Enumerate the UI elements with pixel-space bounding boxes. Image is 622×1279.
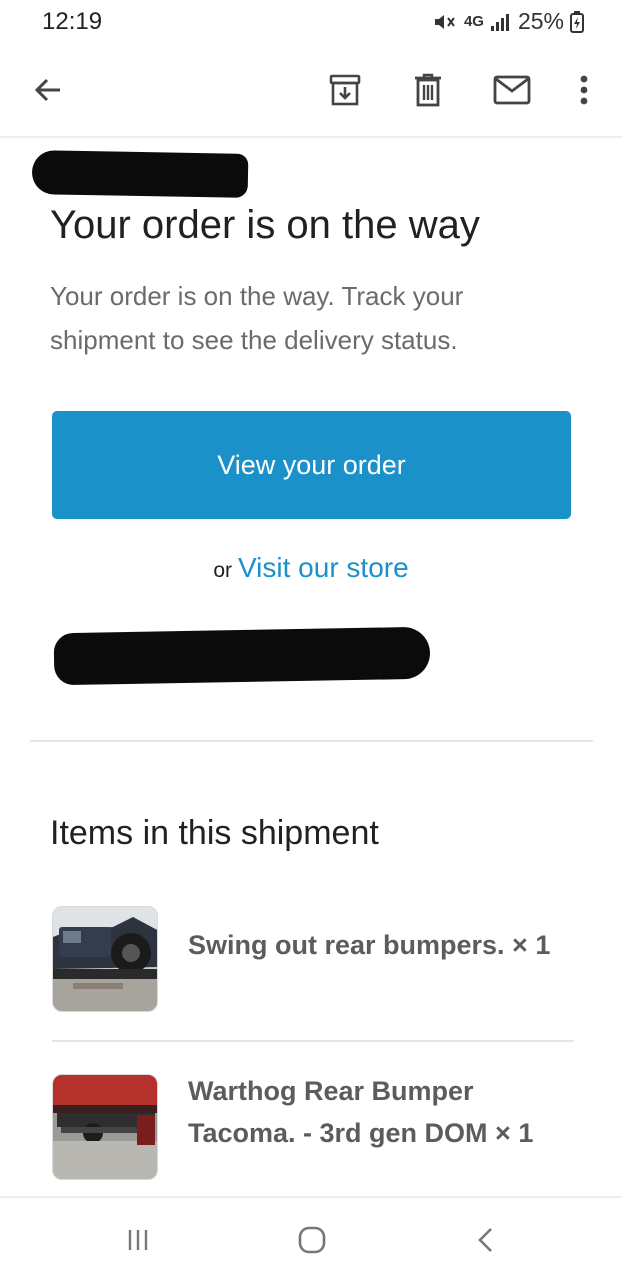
item-divider — [52, 1040, 574, 1042]
recent-apps-icon[interactable] — [116, 1218, 160, 1262]
or-label: or — [213, 559, 232, 582]
view-order-button[interactable]: View your order — [52, 411, 571, 519]
battery-level: 25% — [517, 8, 564, 34]
product-thumbnail — [52, 1074, 158, 1180]
status-time: 12:19 — [42, 8, 103, 35]
status-bar: 12:19 4G 25% — [0, 0, 622, 46]
system-navigation-bar — [0, 1196, 622, 1279]
back-nav-icon[interactable] — [464, 1218, 508, 1262]
battery-charging-icon — [570, 10, 584, 33]
shipment-item[interactable]: Swing out rear bumpers. × 1 — [52, 906, 572, 1014]
shipment-section-title: Items in this shipment — [50, 814, 379, 852]
trash-icon[interactable] — [410, 72, 446, 108]
arrow-left-icon[interactable] — [30, 72, 66, 108]
store-link-row: or Visit our store — [0, 552, 622, 584]
archive-icon[interactable] — [327, 72, 363, 108]
redacted-sender — [31, 150, 249, 198]
item-name: Swing out rear bumpers. × 1 — [188, 930, 551, 960]
mail-icon[interactable] — [492, 72, 532, 108]
email-subtitle: Your order is on the way. Track your shi… — [50, 281, 464, 355]
network-type-label: 4G — [463, 13, 484, 30]
signal-icon — [490, 12, 512, 32]
section-divider — [30, 740, 593, 742]
status-indicators: 4G 25% — [432, 8, 584, 35]
shipment-item[interactable]: Warthog Rear Bumper Tacoma. - 3rd gen DO… — [52, 1074, 572, 1182]
visit-store-link[interactable]: Visit our store — [238, 552, 409, 583]
email-toolbar — [0, 46, 622, 138]
item-name: Warthog Rear Bumper Tacoma. - 3rd gen DO… — [188, 1076, 534, 1148]
more-vert-icon[interactable] — [566, 72, 602, 108]
mute-icon — [432, 11, 458, 33]
home-icon[interactable] — [290, 1218, 334, 1262]
email-heading: Your order is on the way — [50, 203, 480, 247]
redacted-tracking-info — [53, 626, 431, 686]
product-thumbnail — [52, 906, 158, 1012]
